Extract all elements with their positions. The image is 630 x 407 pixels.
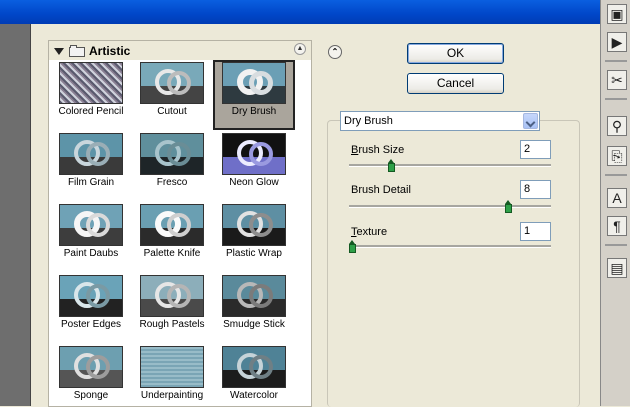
toolbar-separator (605, 244, 627, 246)
filter-thumb-neon-glow[interactable]: Neon Glow (213, 131, 295, 201)
filter-thumb-underpainting[interactable]: Underpainting (131, 344, 213, 406)
filter-label: Dry Brush (231, 106, 277, 117)
history-icon[interactable]: ▣ (607, 4, 627, 24)
texture-input[interactable]: 1 (520, 222, 551, 241)
filter-thumb-sponge[interactable]: Sponge (50, 344, 132, 406)
filter-thumb-film-grain[interactable]: Film Grain (50, 131, 132, 201)
filter-thumb-fresco[interactable]: Fresco (131, 131, 213, 201)
brush-size-slider-handle[interactable] (388, 159, 395, 172)
cancel-button[interactable]: Cancel (407, 73, 504, 94)
scroll-up-icon[interactable]: ▲ (294, 43, 306, 55)
filter-label: Colored Pencil (58, 106, 124, 117)
brush-size-label: Brush Size (351, 144, 405, 156)
toolbar-separator (605, 98, 627, 100)
filter-thumb-paint-daubs[interactable]: Paint Daubs (50, 202, 132, 272)
filter-preview-image (140, 275, 204, 317)
filter-select-value: Dry Brush (344, 115, 393, 127)
filter-thumb-dry-brush[interactable]: Dry Brush (213, 60, 295, 130)
folder-icon (69, 45, 85, 57)
filter-preview-image (140, 204, 204, 246)
filter-preview-image (222, 62, 286, 104)
texture-slider-handle[interactable] (349, 240, 356, 253)
filter-preview-image (59, 204, 123, 246)
filter-label: Film Grain (67, 177, 115, 188)
filter-label: Poster Edges (60, 319, 122, 330)
filter-thumb-poster-edges[interactable]: Poster Edges (50, 273, 132, 343)
filter-label: Cutout (157, 106, 187, 117)
filter-select[interactable]: Dry Brush (340, 111, 540, 131)
toolbar-separator (605, 174, 627, 176)
filter-thumb-plastic-wrap[interactable]: Plastic Wrap (213, 202, 295, 272)
filter-label: Paint Daubs (63, 248, 119, 259)
filter-label: Underpainting (140, 390, 204, 401)
filter-label: Smudge Stick (223, 319, 285, 330)
filter-preview-image (59, 133, 123, 175)
tool-presets-icon[interactable]: ✂ (607, 70, 627, 90)
brush-size-input[interactable]: 2 (520, 140, 551, 159)
brushes-icon[interactable]: ⚲ (607, 116, 627, 136)
filter-label: Rough Pastels (139, 319, 205, 330)
collapse-gallery-icon[interactable]: ⌃ (328, 45, 342, 59)
filter-label: Fresco (156, 177, 188, 188)
canvas-preview-edge (0, 24, 31, 406)
gallery-folder-title: Artistic (89, 44, 131, 58)
brush-detail-input[interactable]: 8 (520, 180, 551, 199)
filter-preview-image (59, 346, 123, 388)
actions-play-icon[interactable]: ▶ (607, 32, 627, 52)
chevron-down-icon[interactable] (523, 113, 538, 129)
filter-preview-image (140, 346, 204, 388)
filter-preview-image (59, 275, 123, 317)
filter-preview-image (59, 62, 123, 104)
filter-preview-image (222, 133, 286, 175)
filter-label: Neon Glow (229, 177, 279, 188)
filter-thumb-colored-pencil[interactable]: Colored Pencil (50, 60, 132, 130)
filter-preview-image (222, 346, 286, 388)
brush-detail-slider-track[interactable] (349, 205, 551, 208)
filter-preview-image (140, 133, 204, 175)
toolbar-separator (605, 60, 627, 62)
filter-thumb-palette-knife[interactable]: Palette Knife (131, 202, 213, 272)
expand-triangle-icon[interactable] (54, 47, 64, 55)
filter-label: Sponge (73, 390, 109, 401)
filter-preview-image (222, 275, 286, 317)
filter-thumb-smudge-stick[interactable]: Smudge Stick (213, 273, 295, 343)
right-panel-dock: ▣ ▶ ✂ ⚲ ⎘ A ¶ ▤ (600, 0, 630, 406)
notes-icon[interactable]: ▤ (607, 258, 627, 278)
filter-thumb-rough-pastels[interactable]: Rough Pastels (131, 273, 213, 343)
brush-detail-label: Brush Detail (351, 184, 411, 196)
filter-gallery: Colored Pencil Cutout Dry Brush Film Gra… (48, 60, 312, 407)
clone-source-icon[interactable]: ⎘ (607, 146, 627, 166)
paragraph-icon[interactable]: ¶ (607, 216, 627, 236)
gallery-folder-header[interactable]: Artistic (48, 40, 312, 61)
texture-label: Texture (351, 226, 388, 238)
texture-slider-track[interactable] (349, 245, 551, 248)
filter-thumb-watercolor[interactable]: Watercolor (213, 344, 295, 406)
filter-thumb-cutout[interactable]: Cutout (131, 60, 213, 130)
filter-preview-image (222, 204, 286, 246)
brush-detail-slider-handle[interactable] (505, 200, 512, 213)
brush-size-slider-track[interactable] (349, 164, 551, 167)
window-titlebar (0, 0, 600, 24)
ok-button[interactable]: OK (407, 43, 504, 64)
filter-label: Plastic Wrap (226, 248, 282, 259)
filter-label: Watercolor (230, 390, 278, 401)
character-icon[interactable]: A (607, 188, 627, 208)
filter-preview-image (140, 62, 204, 104)
filter-label: Palette Knife (143, 248, 201, 259)
